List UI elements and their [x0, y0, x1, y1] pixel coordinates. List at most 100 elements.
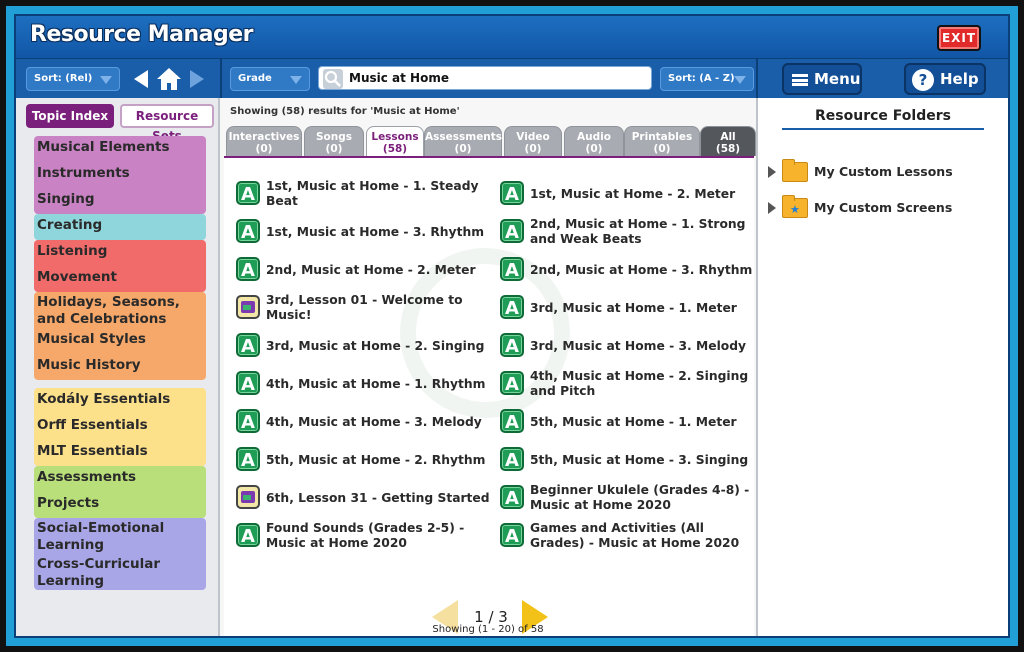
lesson-item[interactable]: 3rd, Lesson 01 - Welcome to Music! — [236, 290, 492, 326]
lesson-item[interactable]: A 5th, Music at Home - 2. Rhythm — [236, 442, 492, 478]
a-badge-icon: A — [500, 485, 524, 509]
tab-all[interactable]: All (58) — [700, 126, 756, 156]
lesson-item[interactable]: A 5th, Music at Home - 1. Meter — [500, 404, 756, 440]
lesson-item[interactable]: A 4th, Music at Home - 1. Rhythm — [236, 366, 492, 402]
lesson-item[interactable]: A 5th, Music at Home - 3. Singing — [500, 442, 756, 478]
tab-count: (0) — [454, 143, 472, 155]
lesson-item[interactable]: 6th, Lesson 31 - Getting Started — [236, 480, 492, 516]
topic-group: Social-Emotional Learning Cross-Curricula… — [34, 518, 206, 590]
lesson-item[interactable]: A 1st, Music at Home - 2. Meter — [500, 176, 756, 212]
lesson-title: 5th, Music at Home - 1. Meter — [530, 414, 737, 429]
a-badge-icon: A — [236, 523, 260, 547]
sort-az-label: Sort: (A - Z) — [668, 73, 735, 84]
tab-topic-index[interactable]: Topic Index — [26, 104, 114, 128]
a-badge-icon: A — [236, 181, 260, 205]
tab-interactives[interactable]: Interactives (0) — [226, 126, 302, 156]
topic-item[interactable]: Listening — [34, 240, 206, 266]
a-badge-icon: A — [500, 295, 524, 319]
menu-button[interactable]: Menu — [782, 63, 862, 95]
lesson-item[interactable]: A 1st, Music at Home - 1. Steady Beat — [236, 176, 492, 212]
topic-item[interactable]: Creating — [34, 214, 206, 240]
forward-arrow-icon[interactable] — [190, 70, 204, 88]
search-input[interactable]: Music at Home — [318, 66, 652, 90]
tab-label: Audio — [577, 131, 611, 143]
topic-item[interactable]: Holidays, Seasons, and Celebrations — [34, 292, 206, 328]
lesson-item[interactable]: A 1st, Music at Home - 3. Rhythm — [236, 214, 492, 250]
expand-arrow-icon[interactable] — [768, 166, 776, 178]
home-icon[interactable] — [156, 67, 182, 91]
a-badge-icon: A — [500, 447, 524, 471]
topic-item[interactable]: Kodály Essentials — [34, 388, 206, 414]
tab-count: (0) — [255, 143, 273, 155]
topic-item[interactable]: Assessments — [34, 466, 206, 492]
a-badge-icon: A — [236, 447, 260, 471]
topic-sidebar: Topic Index Resource Sets Musical Elemen… — [16, 98, 220, 636]
chevron-down-icon — [290, 76, 302, 84]
lesson-title: 1st, Music at Home - 1. Steady Beat — [266, 179, 479, 208]
tab-songs[interactable]: Songs (0) — [304, 126, 364, 156]
lesson-title: 3rd, Music at Home - 3. Melody — [530, 338, 747, 353]
lesson-title: 1st, Music at Home - 2. Meter — [530, 186, 736, 201]
tab-assessments[interactable]: Assessments (0) — [424, 126, 502, 156]
back-arrow-icon[interactable] — [134, 70, 148, 88]
topic-item[interactable]: Cross-Curricular Learning — [34, 554, 206, 590]
star-icon: ★ — [790, 203, 800, 216]
topic-item[interactable]: Musical Styles — [34, 328, 206, 354]
tab-label: All — [720, 131, 736, 143]
tab-resource-sets[interactable]: Resource Sets — [120, 104, 214, 143]
lesson-title: 6th, Lesson 31 - Getting Started — [266, 490, 490, 505]
lesson-title: 5th, Music at Home - 3. Singing — [530, 452, 749, 467]
folder-star-icon: ★ — [782, 195, 808, 218]
topic-item[interactable]: Instruments — [34, 162, 206, 188]
topic-item[interactable]: MLT Essentials — [34, 440, 206, 466]
tab-label: Assessments — [425, 131, 503, 143]
help-button[interactable]: ? Help — [904, 63, 986, 95]
lesson-item[interactable]: A 3rd, Music at Home - 3. Melody — [500, 328, 756, 364]
hamburger-icon — [792, 74, 808, 86]
results-summary: Showing (58) results for 'Music at Home' — [230, 106, 460, 117]
a-badge-icon: A — [500, 371, 524, 395]
folder-item[interactable]: ★ My Custom Screens — [768, 195, 1008, 220]
tab-audio[interactable]: Audio (0) — [564, 126, 624, 156]
lesson-item[interactable]: A 2nd, Music at Home - 2. Meter — [236, 252, 492, 288]
expand-arrow-icon[interactable] — [768, 202, 776, 214]
grade-label: Grade — [238, 73, 272, 84]
topic-item[interactable]: Orff Essentials — [34, 414, 206, 440]
lesson-item[interactable]: A 3rd, Music at Home - 1. Meter — [500, 290, 756, 326]
folder-icon — [782, 159, 808, 182]
lesson-item[interactable]: A Games and Activities (All Grades) - Mus… — [500, 518, 756, 554]
exit-button[interactable]: EXIT — [937, 25, 981, 51]
topic-item[interactable]: Movement — [34, 266, 206, 292]
folder-item[interactable]: My Custom Lessons — [768, 159, 1008, 184]
tab-count: (58) — [382, 143, 408, 155]
topic-group: Kodály Essentials Orff Essentials MLT Esse… — [34, 388, 206, 466]
sort-az-dropdown[interactable]: Sort: (A - Z) — [660, 67, 754, 91]
tab-lessons[interactable]: Lessons (58) — [366, 126, 424, 156]
lesson-item[interactable]: A 4th, Music at Home - 3. Melody — [236, 404, 492, 440]
lesson-item[interactable]: A Found Sounds (Grades 2-5) - Music at Ho… — [236, 518, 492, 554]
grade-dropdown[interactable]: Grade — [230, 67, 310, 91]
search-icon — [323, 69, 343, 89]
lesson-item[interactable]: A Beginner Ukulele (Grades 4-8) - Music a… — [500, 480, 756, 516]
a-badge-icon: A — [236, 409, 260, 433]
topic-item[interactable]: Social-Emotional Learning — [34, 518, 206, 554]
resource-type-tabs: Interactives (0) Songs (0) Lessons (58) Assess… — [226, 126, 756, 156]
lesson-title: 1st, Music at Home - 3. Rhythm — [266, 224, 485, 239]
sort-relevance-dropdown[interactable]: Sort: (Rel) — [26, 67, 120, 91]
tab-video[interactable]: Video (0) — [504, 126, 562, 156]
topic-item[interactable]: Singing — [34, 188, 206, 214]
topic-item[interactable]: Music History — [34, 354, 206, 380]
results-panel: Showing (58) results for 'Music at Home'… — [220, 98, 756, 636]
topic-item[interactable]: Projects — [34, 492, 206, 518]
lesson-item[interactable]: A 3rd, Music at Home - 2. Singing — [236, 328, 492, 364]
a-badge-icon: A — [236, 219, 260, 243]
topic-item[interactable]: Musical Elements — [34, 136, 206, 162]
lesson-item[interactable]: A 2nd, Music at Home - 1. Strong and Weak… — [500, 214, 756, 250]
tab-printables[interactable]: Printables (0) — [624, 126, 700, 156]
toolbar-right: Menu ? Help — [756, 59, 1008, 99]
a-badge-icon: A — [236, 257, 260, 281]
tab-count: (0) — [653, 143, 671, 155]
a-badge-icon: A — [500, 409, 524, 433]
lesson-item[interactable]: A 2nd, Music at Home - 3. Rhythm — [500, 252, 756, 288]
lesson-item[interactable]: A 4th, Music at Home - 2. Singing and Pit… — [500, 366, 756, 402]
